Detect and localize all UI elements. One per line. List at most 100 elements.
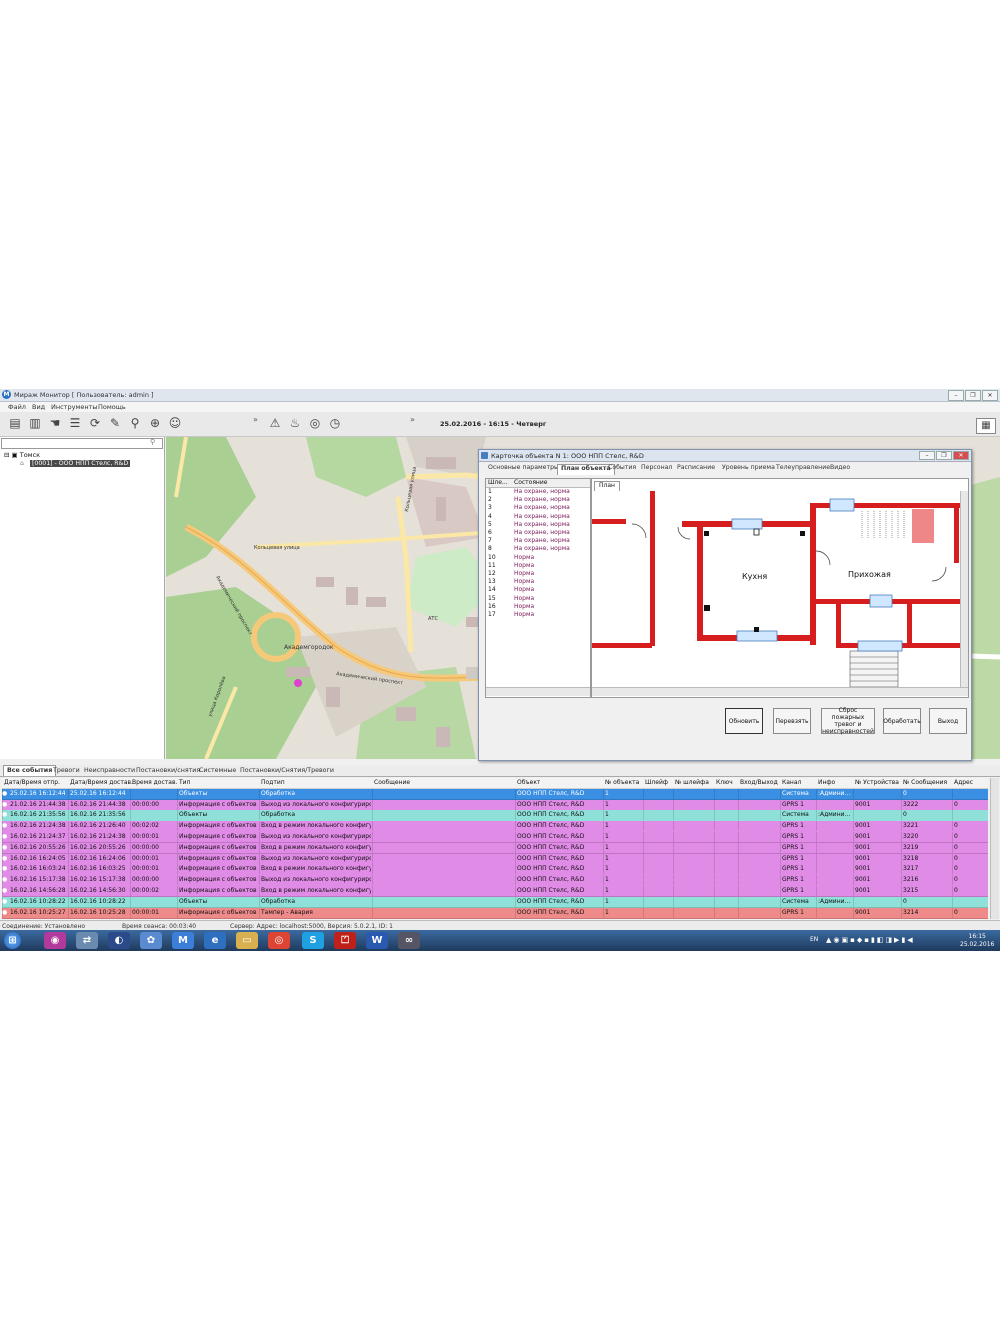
column-header[interactable]: Тип	[179, 779, 191, 786]
hand-icon[interactable]: ☚	[48, 416, 62, 430]
column-header[interactable]: Адрес	[954, 779, 973, 786]
add-object-icon[interactable]: ▤	[8, 416, 22, 430]
taskbar-explorer-icon[interactable]: ▭	[236, 932, 258, 949]
list-icon[interactable]: ☰	[68, 416, 82, 430]
column-header[interactable]: № Сообщения	[903, 779, 947, 786]
event-row[interactable]: ● 16.02.16 20:55:26 16.02.16 20:55:26 00:00…	[2, 842, 988, 855]
card-minimize-button[interactable]: –	[919, 451, 935, 460]
tree-search-input[interactable]	[1, 438, 163, 449]
state-col-header[interactable]: Состояние	[514, 479, 547, 486]
column-header[interactable]: Подтип	[261, 779, 285, 786]
column-header[interactable]: Сообщение	[374, 779, 410, 786]
taskbar-pdf-icon[interactable]: ⏍	[334, 932, 356, 949]
taskbar-app-1-icon[interactable]: ◉	[44, 932, 66, 949]
taskbar-skype-icon[interactable]: S	[302, 932, 324, 949]
refresh-icon[interactable]: ⟳	[88, 416, 102, 430]
delete-object-icon[interactable]: ▥	[28, 416, 42, 430]
tray-language[interactable]: EN	[810, 936, 818, 943]
maximize-button[interactable]: ❐	[965, 390, 981, 401]
event-row[interactable]: ● 16.02.16 10:25:27 16.02.16 10:25:28 00:00…	[2, 907, 988, 919]
menu-file[interactable]: Файл	[8, 403, 26, 411]
timer-icon[interactable]: ◷	[328, 416, 342, 430]
tab-alarms[interactable]: Тревоги	[50, 767, 83, 774]
taskbar-network-icon[interactable]: ⇄	[76, 932, 98, 949]
event-row[interactable]: ● 16.02.16 21:35:56 16.02.16 21:35:56 Объек…	[2, 810, 988, 822]
column-header[interactable]: Канал	[782, 779, 801, 786]
column-header[interactable]: Дата/Время отпр.	[4, 779, 60, 786]
column-header[interactable]: № шлейфа	[675, 779, 709, 786]
event-row[interactable]: ● 21.02.16 21:44:38 16.02.16 21:44:38 00:00…	[2, 799, 988, 811]
zone-row[interactable]: 12 Норма	[486, 570, 590, 578]
close-button[interactable]: ✕	[982, 390, 998, 401]
event-row[interactable]: ● 25.02.16 16:12:44 25.02.16 16:12:44 Объек…	[2, 788, 988, 801]
toolbar-overflow-icon[interactable]: »	[253, 415, 258, 424]
signal-icon[interactable]: ◎	[308, 416, 322, 430]
tree-root-node[interactable]: ⊟ ▣ Томск	[4, 451, 40, 459]
exit-button[interactable]: Выход	[929, 708, 967, 734]
taskbar-app-2-icon[interactable]: ∞	[398, 932, 420, 949]
menu-tools[interactable]: Инструменты	[51, 403, 98, 411]
retake-button[interactable]: Перевзять	[773, 708, 811, 734]
taskbar-mirage-icon[interactable]: M	[172, 932, 194, 949]
event-row[interactable]: ● 16.02.16 21:24:37 16.02.16 21:24:38 00:00…	[2, 832, 988, 844]
event-row[interactable]: ● 16.02.16 21:24:38 16.02.16 21:26:40 00:02…	[2, 821, 988, 833]
tab-video[interactable]: Видео	[827, 464, 853, 474]
taskbar-chrome-icon[interactable]: ◎	[268, 932, 290, 949]
column-header[interactable]: № объекта	[605, 779, 639, 786]
zone-list-scrollbar[interactable]	[486, 687, 590, 696]
plan-horizontal-scrollbar[interactable]	[592, 687, 968, 696]
tab-reception-level[interactable]: Уровень приема	[719, 464, 778, 474]
zone-row[interactable]: 3 На охране, норма	[486, 504, 590, 512]
tray-icons[interactable]: ▲◉▣▪◆▪▮◧◨▶▮◀	[826, 936, 915, 944]
taskbar-ie-icon[interactable]: e	[204, 932, 226, 949]
minimize-button[interactable]: –	[948, 390, 964, 401]
zone-row[interactable]: 1 На охране, норма	[486, 488, 590, 496]
zone-row[interactable]: 16 Норма	[486, 603, 590, 611]
plan-vertical-scrollbar[interactable]	[960, 491, 968, 687]
column-header[interactable]: Дата/Время достав.	[70, 779, 133, 786]
zone-row[interactable]: 8 На охране, норма	[486, 545, 590, 553]
alarm-triangle-icon[interactable]: ⚠	[268, 416, 282, 430]
zone-row[interactable]: 15 Норма	[486, 595, 590, 603]
operator-icon[interactable]: ☺	[168, 416, 182, 430]
zone-row[interactable]: 14 Норма	[486, 586, 590, 594]
column-header[interactable]: Время достав.	[132, 779, 177, 786]
start-button[interactable]: ⊞	[4, 932, 21, 949]
tab-main-params[interactable]: Основные параметры	[485, 464, 562, 474]
taskbar-teamviewer-icon[interactable]: ✿	[140, 932, 162, 949]
zone-row[interactable]: 6 На охране, норма	[486, 529, 590, 537]
zone-col-header[interactable]: Шле...	[488, 479, 508, 486]
fire-icon[interactable]: ♨	[288, 416, 302, 430]
zone-row[interactable]: 11 Норма	[486, 562, 590, 570]
toolbar-overflow-icon-2[interactable]: »	[410, 415, 415, 424]
event-row[interactable]: ● 16.02.16 15:17:38 16.02.16 15:17:38 00:00…	[2, 875, 988, 887]
column-header[interactable]: Инфо	[818, 779, 835, 786]
tab-arm-disarm[interactable]: Постановки/снятия	[133, 767, 203, 774]
event-row[interactable]: ● 16.02.16 14:56:28 16.02.16 14:56:30 00:00…	[2, 886, 988, 898]
zone-row[interactable]: 13 Норма	[486, 578, 590, 586]
zone-row[interactable]: 5 На охране, норма	[486, 521, 590, 529]
grid-view-icon[interactable]: ▦	[976, 418, 996, 434]
zone-row[interactable]: 2 На охране, норма	[486, 496, 590, 504]
events-table[interactable]: Дата/Время отпр. Дата/Время достав. Время …	[2, 778, 988, 919]
column-header[interactable]: № Устройства	[855, 779, 899, 786]
column-header[interactable]: Вход/Выход	[740, 779, 778, 786]
zoom-icon[interactable]: ⊕	[148, 416, 162, 430]
event-row[interactable]: ● 16.02.16 16:24:05 16.02.16 16:24:06 00:00…	[2, 853, 988, 865]
events-scrollbar[interactable]	[990, 778, 999, 919]
tab-remote-control[interactable]: Телеуправление	[773, 464, 833, 474]
zone-list[interactable]: Шле... Состояние 1 На охране, норма 2 На ох…	[485, 478, 591, 698]
tab-faults[interactable]: Неисправности	[81, 767, 138, 774]
column-header[interactable]: Объект	[517, 779, 540, 786]
search-icon[interactable]: ⚲	[150, 438, 155, 446]
zone-row[interactable]: 17 Норма	[486, 611, 590, 619]
menu-help[interactable]: Помощь	[98, 403, 126, 411]
event-row[interactable]: ● 16.02.16 10:28:22 16.02.16 10:28:22 Объек…	[2, 896, 988, 909]
event-row[interactable]: ● 16.02.16 16:03:24 16.02.16 16:03:25 00:00…	[2, 864, 988, 876]
wrench-icon[interactable]: ✎	[108, 416, 122, 430]
tab-events[interactable]: События	[605, 464, 639, 474]
card-maximize-button[interactable]: ❐	[936, 451, 952, 460]
zone-row[interactable]: 7 На охране, норма	[486, 537, 590, 545]
zone-row[interactable]: 10 Норма	[486, 554, 590, 562]
menu-view[interactable]: Вид	[32, 403, 45, 411]
